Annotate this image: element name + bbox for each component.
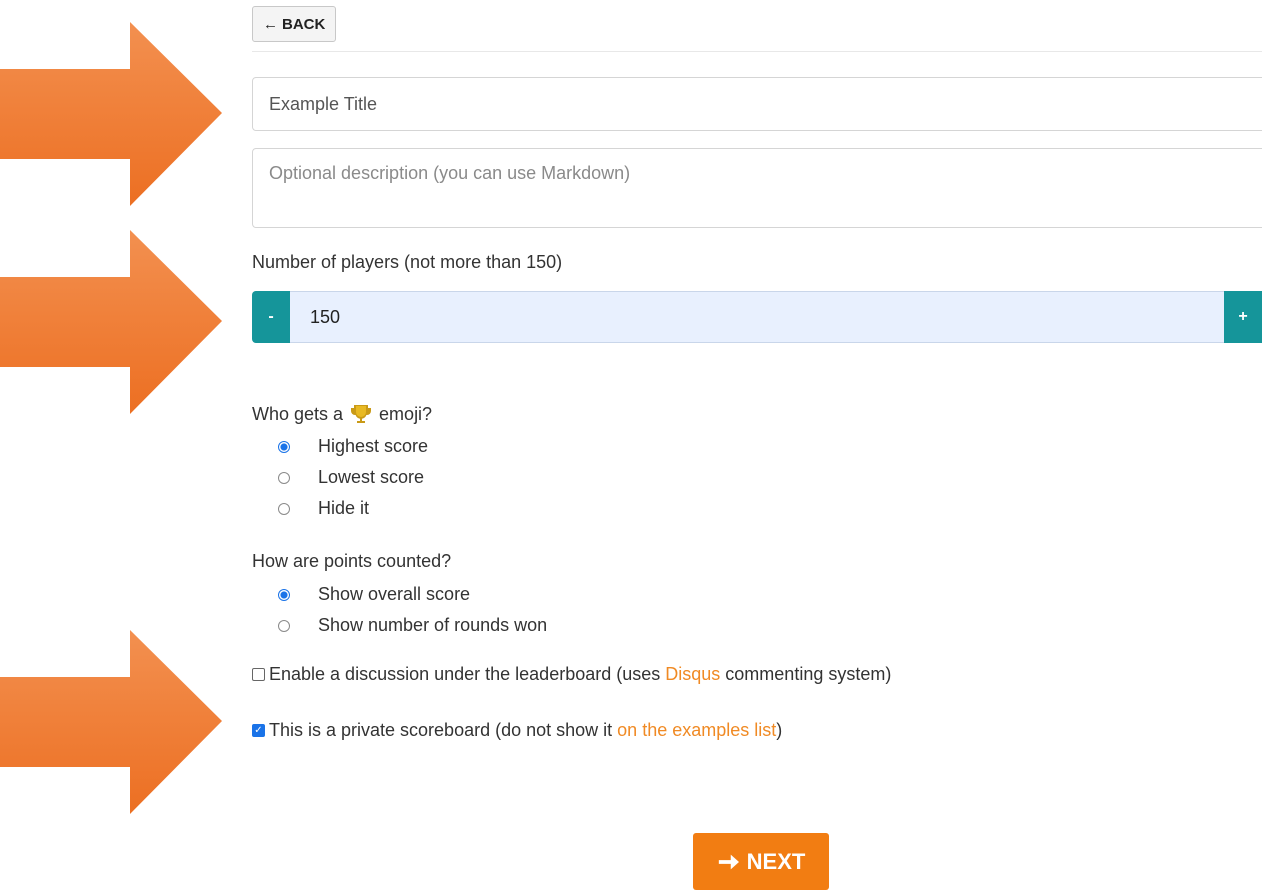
decrement-button[interactable]: -: [252, 291, 290, 343]
radio-overall-score[interactable]: Show overall score: [278, 584, 470, 605]
points-question: How are points counted?: [252, 551, 452, 571]
arrow-left-icon: ←: [263, 15, 278, 33]
annotation-arrow-icon: [0, 630, 222, 814]
next-label: NEXT: [746, 848, 806, 874]
discussion-option[interactable]: Enable a discussion under the leaderboar…: [252, 664, 891, 685]
trophy-question: Who gets a emoji?: [252, 402, 432, 426]
radio-lowest-score[interactable]: Lowest score: [278, 467, 424, 488]
trophy-icon: [351, 405, 372, 423]
title-input[interactable]: [252, 77, 1262, 131]
annotation-arrow-icon: [0, 230, 222, 414]
radio-hide-it[interactable]: Hide it: [278, 498, 369, 519]
increment-button[interactable]: +: [1224, 291, 1262, 343]
back-label: BACK: [282, 15, 326, 33]
radio-highest-score[interactable]: Highest score: [278, 436, 428, 457]
radio-button[interactable]: [278, 588, 290, 601]
players-label: Number of players (not more than 150): [252, 252, 563, 272]
radio-button[interactable]: [278, 440, 290, 453]
arrow-right-icon: [718, 854, 739, 869]
annotation-arrow-icon: [0, 22, 222, 206]
description-input[interactable]: [252, 148, 1262, 228]
players-input[interactable]: [290, 291, 1224, 343]
radio-button[interactable]: [278, 471, 290, 484]
next-button[interactable]: NEXT: [693, 833, 829, 890]
radio-rounds-won[interactable]: Show number of rounds won: [278, 615, 547, 636]
radio-button[interactable]: [278, 502, 290, 515]
back-button[interactable]: ← BACK: [252, 6, 337, 42]
radio-button[interactable]: [278, 619, 290, 632]
private-option[interactable]: ✓ This is a private scoreboard (do not s…: [252, 720, 782, 741]
private-checkbox[interactable]: ✓: [252, 724, 265, 737]
divider: [252, 51, 1262, 52]
examples-list-link[interactable]: on the examples list: [617, 720, 776, 741]
discussion-checkbox[interactable]: [252, 668, 265, 681]
disqus-link[interactable]: Disqus: [665, 664, 720, 685]
